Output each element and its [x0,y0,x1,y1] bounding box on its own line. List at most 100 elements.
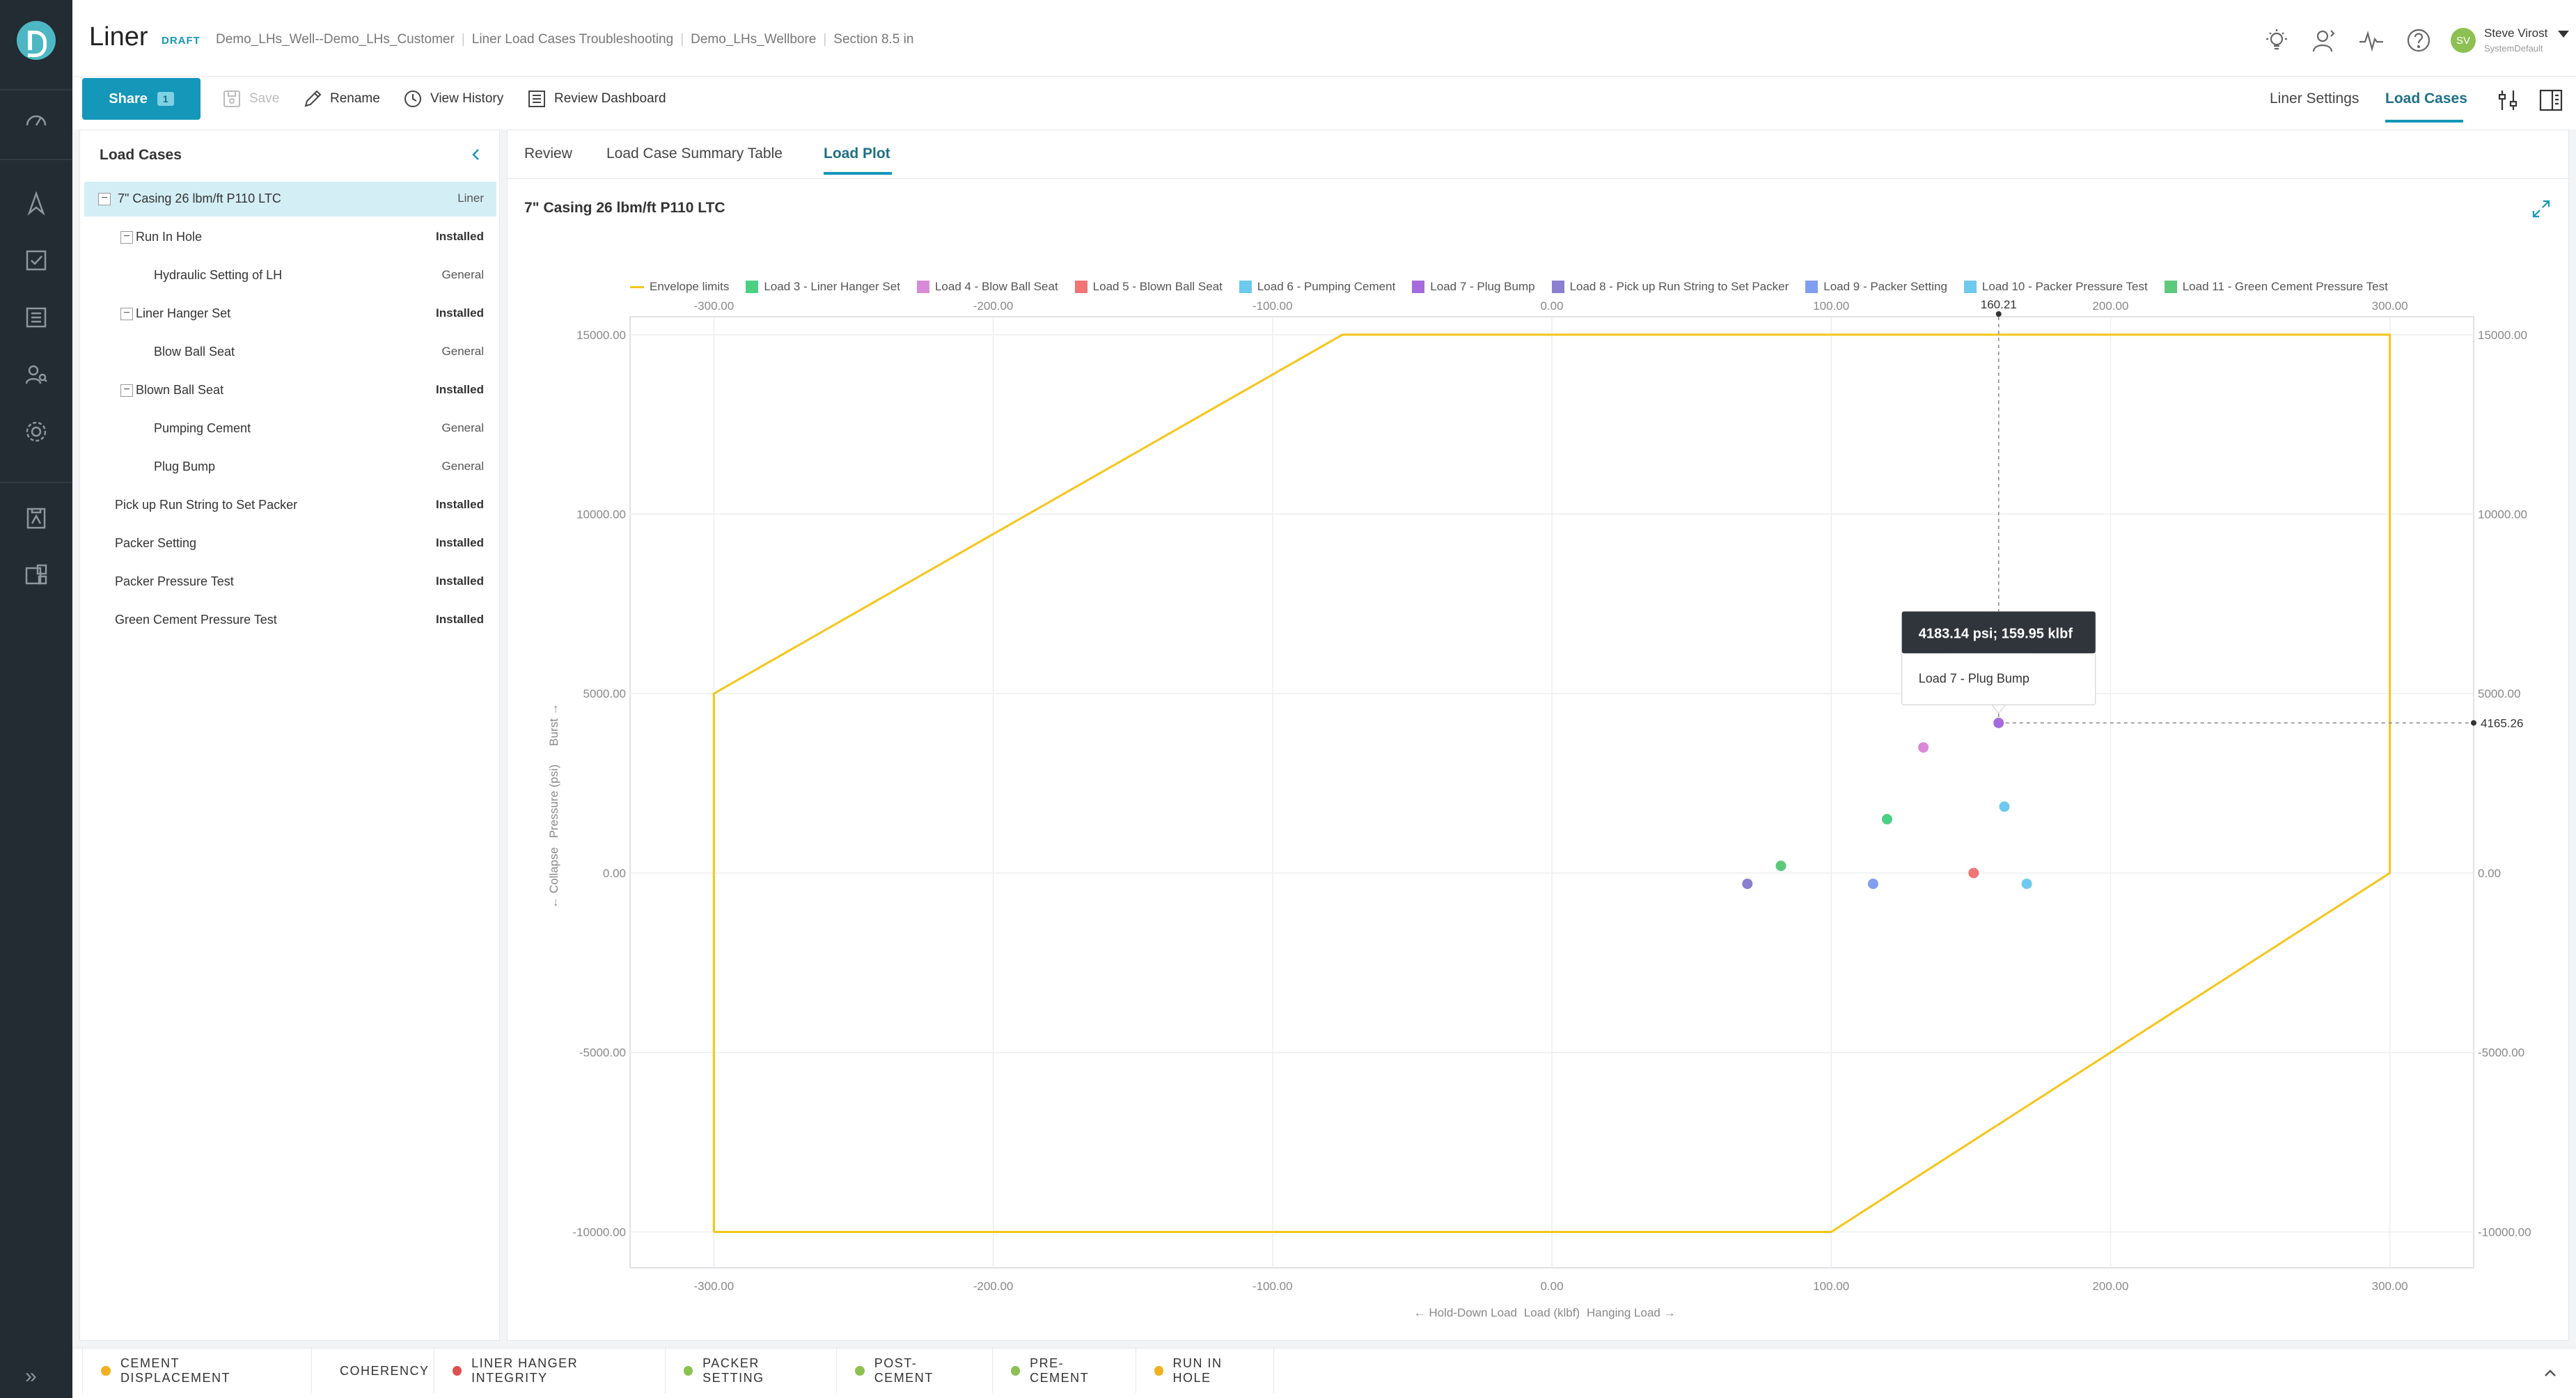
crosshair-y-value: 4165.26 [2481,716,2523,730]
collapse-panel-icon[interactable] [467,146,485,164]
data-point [1918,742,1929,753]
user-search-icon[interactable] [22,361,50,388]
collapse-toggle-icon[interactable]: − [120,308,133,320]
x-tick-label-bottom: 300.00 [2372,1280,2408,1293]
x-tick-label-top: 300.00 [2372,299,2408,313]
data-point [1775,861,1786,872]
load-case-label: Pumping Cement [154,421,251,435]
load-case-row[interactable]: Pumping Cement General [84,411,496,446]
y-tick-label-right: 15000.00 [2478,329,2527,342]
data-point [1742,878,1753,889]
breadcrumb-item[interactable]: Demo_LHs_Well--Demo_LHs_Customer [216,32,455,47]
share-button[interactable]: Share 1 [82,78,201,120]
breadcrumb-item[interactable]: Section 8.5 in [833,32,913,47]
load-case-row[interactable]: Packer Setting Installed [84,526,496,561]
sidebar-divider [0,89,72,91]
rename-button[interactable]: Rename [302,86,380,111]
status-dot-icon [1011,1366,1021,1376]
load-case-label: Hydraulic Setting of LH [154,268,283,282]
load-case-status: General [441,345,484,358]
data-point [1881,814,1892,825]
load-case-label: Liner Hanger Set [136,306,231,320]
collapse-toggle-icon[interactable]: − [120,231,133,244]
breadcrumb-item[interactable]: Liner Load Cases Troubleshooting [472,32,673,47]
collapse-toggle-icon[interactable]: − [98,193,111,205]
check-tab[interactable]: PRE-CEMENT [993,1349,1136,1393]
layout-panel-icon[interactable] [2537,86,2565,114]
chevron-up-icon[interactable] [2541,1364,2559,1382]
load-case-status: Installed [436,383,484,396]
avatar[interactable]: SV [2451,28,2476,53]
tooltip-value: 4183.14 psi; 159.95 klbf [1919,626,2073,641]
load-case-label: Packer Setting [115,536,197,550]
data-point [1968,867,1979,879]
user-name[interactable]: Steve Virost [2484,26,2547,40]
y-tick-label-left: 15000.00 [576,329,626,342]
load-case-row[interactable]: Green Cement Pressure Test Installed [84,603,496,638]
load-case-row[interactable]: − Liner Hanger Set Installed [84,297,496,331]
check-tab-label: RUN IN HOLE [1172,1356,1223,1385]
load-case-label: Packer Pressure Test [115,574,234,588]
app-logo[interactable] [17,21,56,60]
save-button[interactable]: Save [221,86,279,111]
status-dot-icon [453,1366,462,1376]
y-tick-label-left: 10000.00 [576,508,626,521]
help-icon[interactable] [2405,26,2433,54]
collapse-toggle-icon[interactable]: − [120,384,133,397]
crosshair-right-marker [2471,720,2476,726]
user-switch-icon[interactable] [2310,26,2338,54]
main-panel: Review Load Case Summary Table Load Plot… [507,129,2570,1341]
speedometer-icon[interactable] [22,106,50,134]
load-case-status: Installed [436,306,484,320]
x-tick-label-top: -100.00 [1252,299,1293,313]
tab-liner-settings[interactable]: Liner Settings [2270,91,2359,107]
check-tab[interactable]: RUN IN HOLE [1136,1349,1274,1393]
load-case-row[interactable]: −7" Casing 26 lbm/ft P110 LTC Liner [84,182,496,217]
view-history-label: View History [430,91,504,106]
breadcrumb-item[interactable]: Demo_LHs_Wellbore [691,32,816,47]
document-list-icon[interactable] [22,304,50,331]
sidebar-divider [0,159,72,160]
x-tick-label-bottom: -300.00 [694,1280,735,1293]
check-tab-label: PACKER SETTING [702,1356,764,1385]
view-history-button[interactable]: View History [402,86,503,111]
activity-icon[interactable] [2357,26,2385,54]
review-dashboard-label: Review Dashboard [554,91,666,106]
load-case-row[interactable]: Packer Pressure Test Installed [84,565,496,599]
load-case-label: Blow Ball Seat [154,345,235,359]
check-tab[interactable]: COHERENCY [312,1349,434,1393]
clock-icon [405,91,421,107]
breadcrumb-separator: | [461,32,465,47]
toolbar: Share 1 Save Rename View History Review … [72,77,2576,129]
load-case-status: General [441,421,484,434]
gear-icon[interactable] [22,418,50,446]
report-icon[interactable] [22,504,50,532]
data-point [2021,878,2032,889]
load-case-row[interactable]: − Blown Ball Seat Installed [84,373,496,408]
data-point [1999,801,2010,812]
check-tab[interactable]: PACKER SETTING [666,1349,837,1393]
load-case-row[interactable]: Hydraulic Setting of LH General [84,258,496,293]
expand-sidebar-icon[interactable]: » [25,1365,37,1388]
load-case-row[interactable]: − Run In Hole Installed [84,220,496,255]
check-tab[interactable]: LINER HANGER INTEGRITY [434,1349,666,1393]
checklist-icon[interactable] [22,246,50,274]
tab-load-cases[interactable]: Load Cases [2385,91,2467,107]
share-label: Share [109,91,148,107]
check-tab[interactable]: POST-CEMENT [837,1349,993,1393]
x-axis-label-right: Hanging Load → [1587,1306,1676,1319]
load-case-row[interactable]: Blow Ball Seat General [84,335,496,370]
dashboard-grid-icon[interactable] [22,561,50,589]
check-tab[interactable]: CEMENT DISPLACEMENT [82,1349,312,1393]
pencil-icon [304,90,322,107]
load-case-label: Green Cement Pressure Test [115,613,277,627]
compass-a-icon[interactable] [22,189,50,217]
load-case-row[interactable]: Plug Bump General [84,450,496,485]
review-dashboard-button[interactable]: Review Dashboard [526,86,666,111]
user-menu-caret-icon[interactable] [2558,31,2569,38]
load-case-row[interactable]: Pick up Run String to Set Packer Installe… [84,488,496,523]
settings-sliders-icon[interactable] [2494,86,2522,114]
lightbulb-icon[interactable] [2263,26,2291,54]
y-tick-label-right: 0.00 [2478,867,2501,880]
load-case-status: Liner [457,191,484,205]
